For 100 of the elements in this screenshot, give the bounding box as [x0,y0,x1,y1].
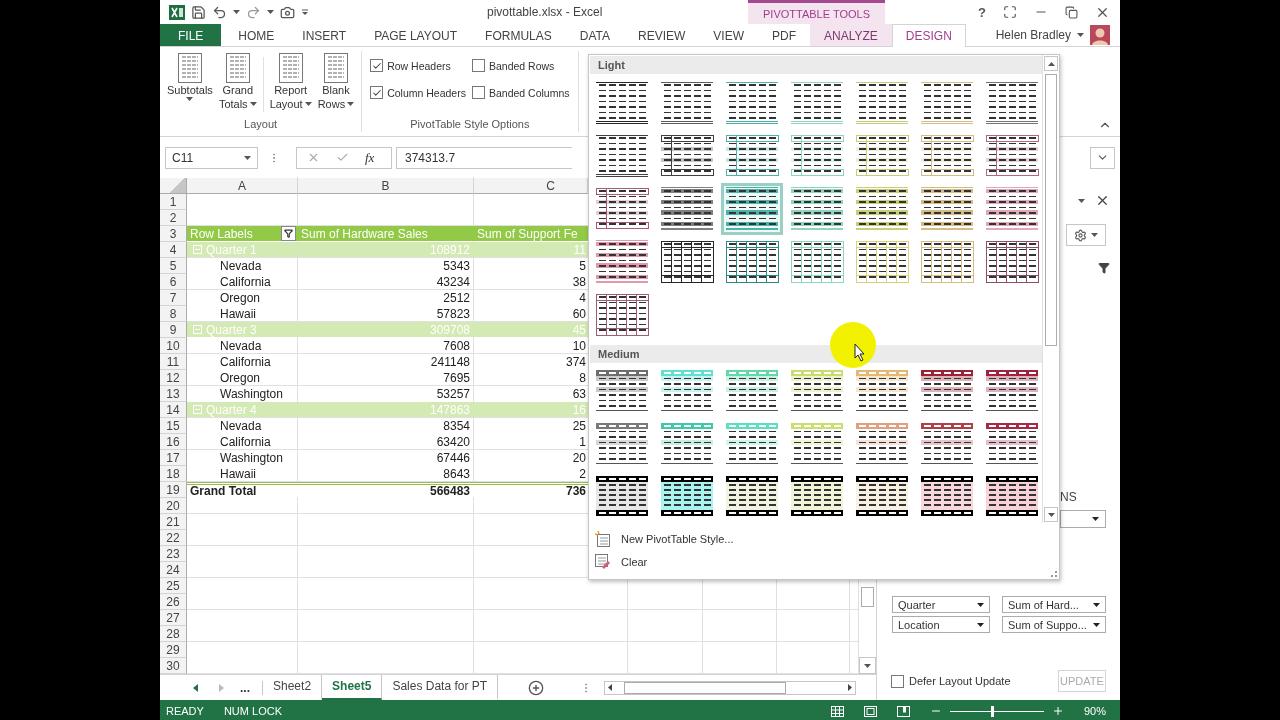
page-break-icon[interactable] [896,705,910,717]
scroll-left-icon[interactable] [608,684,613,691]
filter-button[interactable] [281,226,296,241]
ribbon-tab[interactable]: VIEW [699,24,758,46]
row-number[interactable]: 15 [160,418,187,434]
menu-item[interactable]: New PivotTable Style... [593,528,742,550]
ribbon-tab[interactable]: HOME [224,24,289,46]
row-number[interactable]: 26 [160,594,187,610]
ribbon-button[interactable]: Grand Totals [215,51,260,113]
row-number[interactable]: 29 [160,642,187,658]
table-style-thumbnail[interactable] [594,292,650,338]
table-style-thumbnail[interactable] [984,133,1040,179]
row-number[interactable]: 30 [160,658,187,674]
scroll-down-button[interactable] [859,657,876,674]
normal-view-icon[interactable] [830,705,844,717]
save-icon[interactable] [191,4,206,20]
ribbon-tab[interactable]: PAGE LAYOUT [360,24,472,46]
zoom-in-button[interactable] [1051,705,1064,717]
style-option-checkbox[interactable]: Column Headers [370,86,466,99]
ribbon-button[interactable]: Report Layout [266,51,315,113]
scroll-thumb[interactable] [1045,74,1057,346]
camera-icon[interactable] [280,4,295,20]
ribbon-tab[interactable]: FILE [160,24,222,46]
row-number[interactable]: 11 [160,354,187,370]
table-style-thumbnail[interactable] [984,80,1040,126]
menu-item[interactable]: Clear [593,551,656,573]
row-number[interactable]: 23 [160,546,187,562]
ribbon-tab[interactable]: DESIGN [891,24,966,47]
column-header[interactable]: C [474,178,588,194]
row-number[interactable]: 1 [160,194,187,210]
scroll-thumb[interactable] [624,681,787,694]
table-style-thumbnail[interactable] [984,368,1040,414]
row-number[interactable]: 6 [160,274,187,290]
row-number[interactable]: 24 [160,562,187,578]
scroll-right-icon[interactable] [848,684,853,691]
tools-button[interactable] [1066,224,1106,246]
style-option-checkbox[interactable]: Row Headers [370,59,466,72]
defer-checkbox[interactable] [891,674,904,688]
row-number[interactable]: 5 [160,258,187,274]
excel-logo-icon[interactable] [169,4,185,20]
ribbon-tab[interactable]: ANALYZE [810,24,892,46]
restore-icon[interactable] [1065,5,1078,19]
table-style-thumbnail[interactable] [659,239,715,285]
field-item[interactable]: Sum of Hard... [1002,596,1106,613]
row-number[interactable]: 20 [160,498,187,514]
row-number[interactable]: 16 [160,434,187,450]
row-number[interactable]: 9 [160,322,187,338]
ribbon-button[interactable]: Subtotals [164,51,216,103]
add-sheet-icon[interactable] [528,679,545,696]
style-option-checkbox[interactable]: Banded Rows [471,59,570,72]
row-number[interactable]: 2 [160,210,187,226]
avatar-icon[interactable] [1090,25,1110,45]
table-style-thumbnail[interactable] [984,421,1040,467]
zoom-thumb[interactable] [991,705,995,717]
table-style-thumbnail[interactable] [789,239,845,285]
row-number[interactable]: 21 [160,514,187,530]
row-number[interactable]: 14 [160,402,187,418]
expand-formula-button[interactable] [1090,146,1115,169]
ribbon-tab[interactable]: FORMULAS [471,24,566,46]
field-dropdown[interactable] [1060,510,1106,528]
column-header[interactable]: B [298,178,474,194]
row-number[interactable]: 7 [160,290,187,306]
customize-icon[interactable] [301,8,309,16]
insert-function-button[interactable]: fx [365,149,375,166]
sheet-tab[interactable]: Sales Data for PT [382,674,499,700]
table-style-thumbnail[interactable] [984,239,1040,285]
table-style-thumbnail[interactable] [984,186,1040,232]
table-style-thumbnail[interactable] [854,239,910,285]
ribbon-tab[interactable]: REVIEW [624,24,700,46]
ribbon-tab[interactable]: PDF [758,24,810,46]
user-name[interactable]: Helen Bradley [995,28,1071,42]
undo-icon[interactable] [212,4,227,20]
scroll-down-button[interactable] [1044,507,1058,522]
more-sheets-button[interactable]: ... [234,680,263,695]
formula-field[interactable]: 374313.7 [396,146,572,169]
column-header[interactable]: A [187,178,298,194]
row-number[interactable]: 28 [160,626,187,642]
table-style-thumbnail[interactable] [919,239,975,285]
ribbon-tab[interactable]: INSERT [288,24,361,46]
row-number[interactable]: 25 [160,578,187,594]
row-number[interactable]: 18 [160,466,187,482]
table-style-thumbnail[interactable] [724,239,780,285]
page-layout-icon[interactable] [863,705,877,717]
field-item[interactable]: Sum of Suppo... [1002,616,1106,633]
ribbon-display-icon[interactable] [1003,5,1017,19]
row-number[interactable]: 4 [160,242,187,258]
ribbon-tab[interactable]: DATA [565,24,624,46]
scroll-thumb[interactable] [861,587,874,607]
row-number[interactable]: 22 [160,530,187,546]
help-button[interactable]: ? [978,4,986,20]
field-item[interactable]: Quarter [892,596,990,613]
row-number[interactable]: 8 [160,306,187,322]
name-box[interactable]: C11 [165,146,258,169]
redo-icon[interactable] [246,4,261,20]
table-style-thumbnail[interactable] [724,186,780,232]
row-number[interactable]: 19 [160,482,187,498]
ribbon-button[interactable]: Blank Rows [314,51,358,113]
style-option-checkbox[interactable]: Banded Columns [471,86,570,99]
row-number[interactable]: 3 [160,226,187,242]
scroll-up-button[interactable] [1044,56,1058,71]
